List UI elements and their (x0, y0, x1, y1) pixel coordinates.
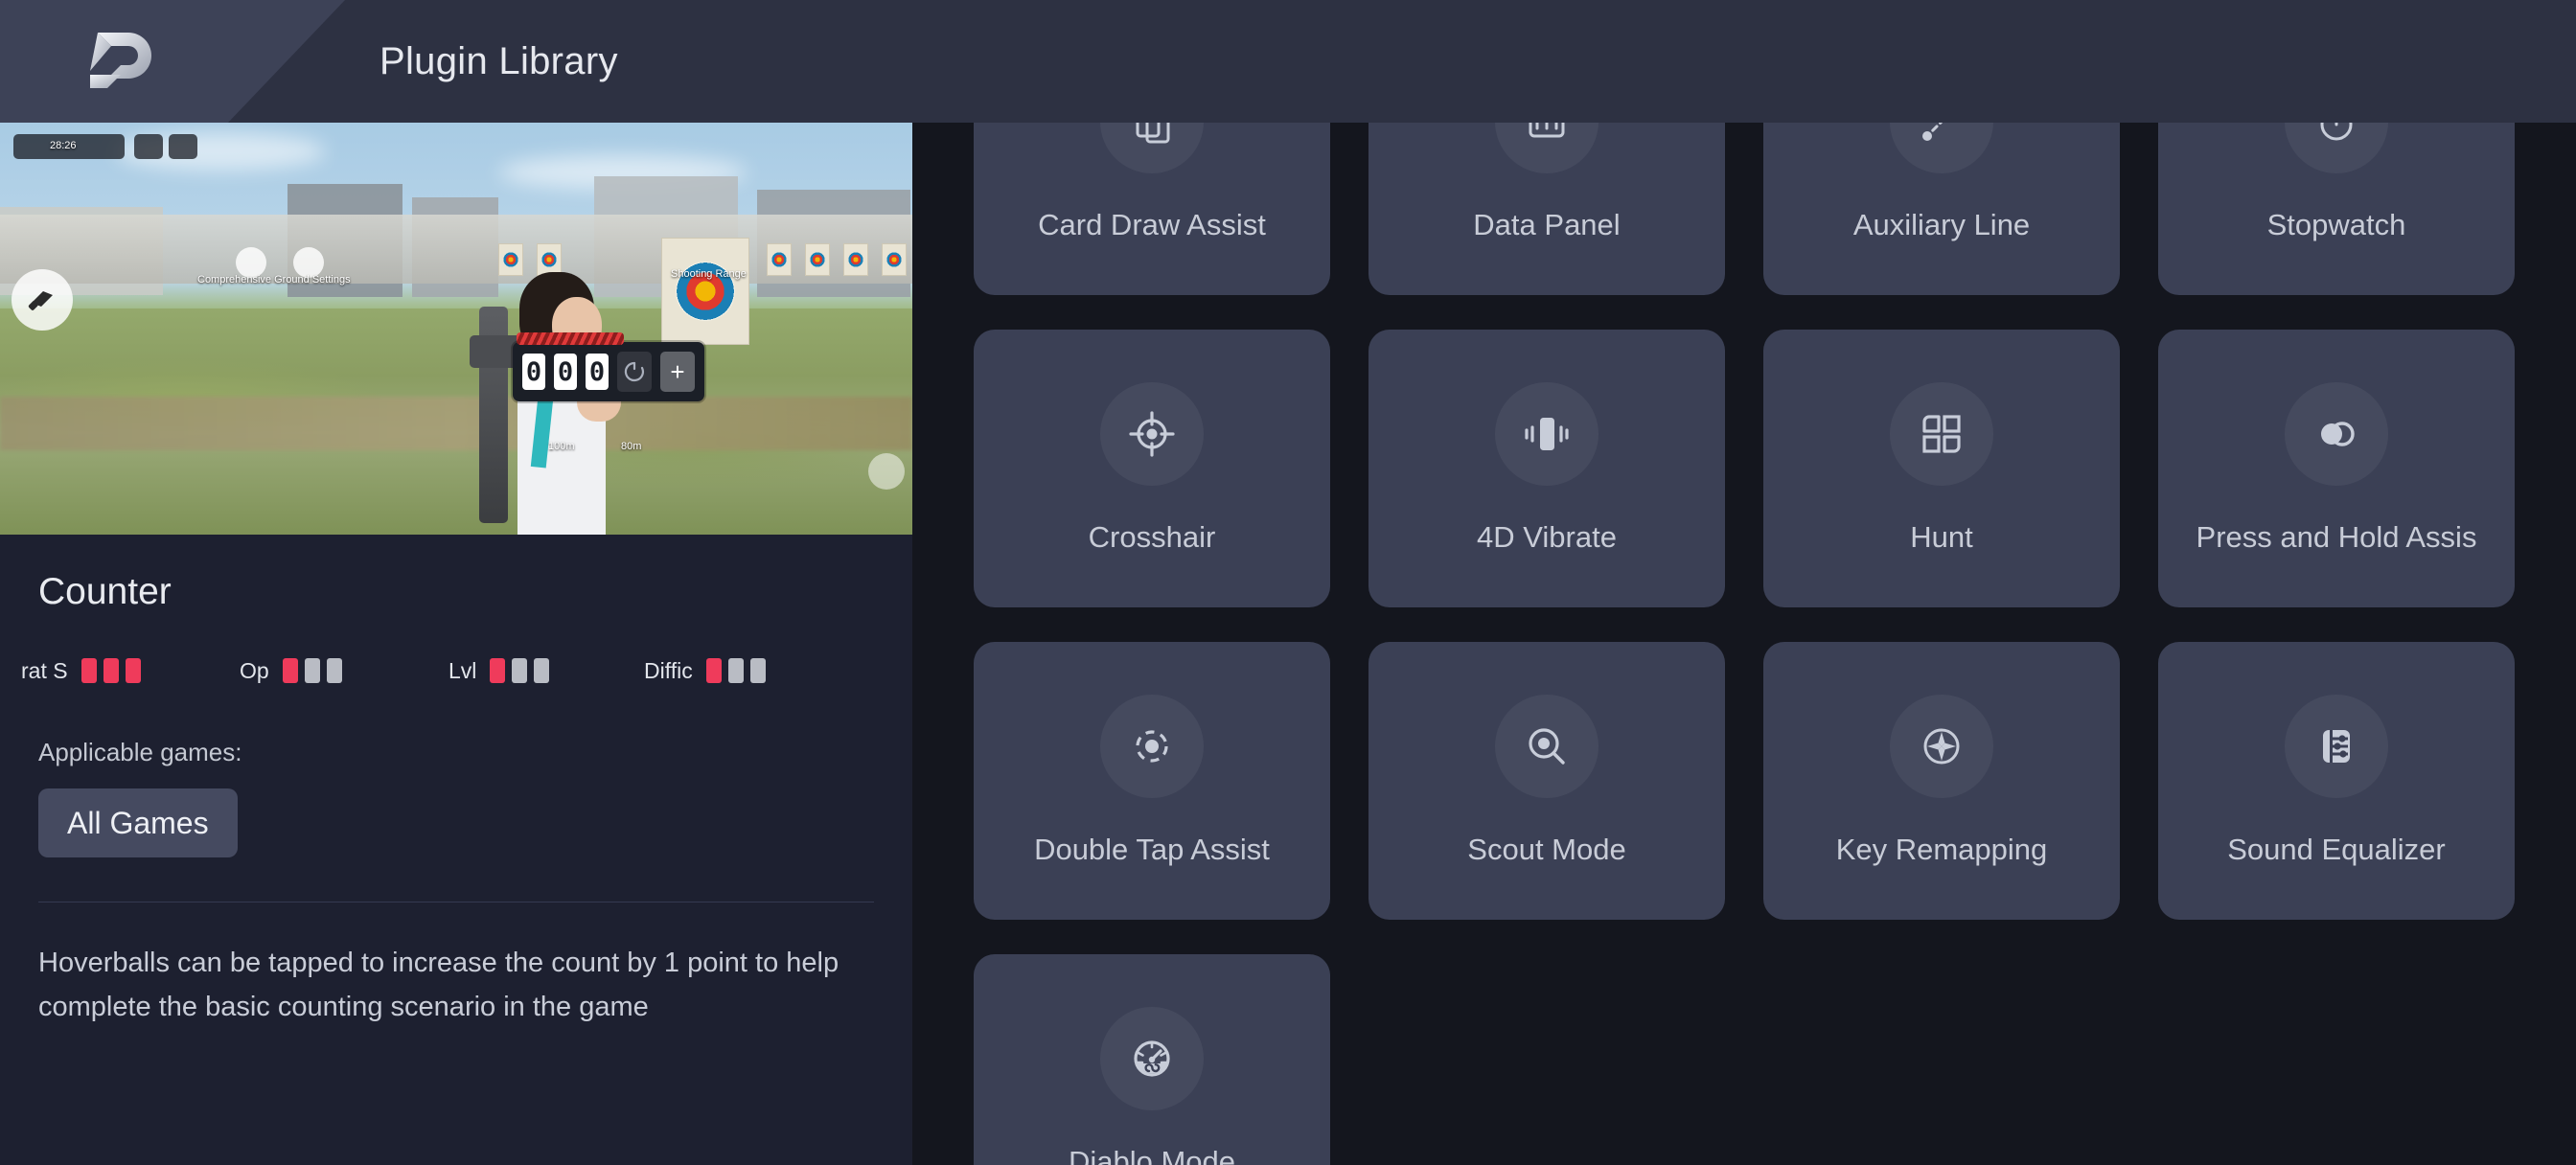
rating-pips (80, 658, 141, 683)
card-draw-icon (1100, 123, 1204, 173)
plugin-card-label: Scout Mode (1467, 833, 1626, 866)
plus-icon[interactable]: + (660, 352, 695, 392)
plugin-card-auxiliary-line[interactable]: Auxiliary Line (1763, 123, 2120, 295)
plugin-card-label: 4D Vibrate (1477, 520, 1617, 554)
hud-distance-80: 80m (621, 441, 642, 452)
app-header: Plugin Library (0, 0, 2576, 123)
data-panel-icon (1495, 123, 1598, 173)
plugin-name: Counter (38, 571, 172, 612)
plugin-card-label: Press and Hold Assis (2196, 520, 2477, 554)
rating-pips (490, 658, 550, 683)
auxiliary-line-icon (1890, 123, 1993, 173)
rating-group-lvl: Lvl (448, 657, 550, 684)
plugin-card-label: Double Tap Assist (1034, 833, 1270, 866)
magnifier-dot-icon (1495, 695, 1598, 798)
plugin-card-label: Stopwatch (2266, 208, 2406, 241)
plugin-grid-panel[interactable]: Card Draw Assist Data Panel Auxiliary Li… (912, 123, 2576, 1165)
plugin-card-key-remapping[interactable]: Key Remapping (1763, 642, 2120, 920)
rating-group-op: Op (240, 658, 342, 684)
key-remap-icon (1890, 695, 1993, 798)
plugin-card-card-draw-assist[interactable]: Card Draw Assist (974, 123, 1330, 295)
hunt-quadrants-icon (1890, 382, 1993, 486)
plugin-card-sound-equalizer[interactable]: Sound Equalizer (2158, 642, 2515, 920)
hud-timer: 28:26 (50, 140, 77, 151)
rating-row: rat S Op Lvl Diffic (21, 653, 912, 688)
counter-digit: 0 (554, 354, 577, 390)
plugin-grid: Card Draw Assist Data Panel Auxiliary Li… (974, 123, 2515, 1165)
plugin-card-scout-mode[interactable]: Scout Mode (1368, 642, 1725, 920)
gameloop-logo-icon (79, 25, 161, 96)
rating-group-difficulty: Diffic (644, 658, 766, 684)
plugin-card-crosshair[interactable]: Crosshair (974, 330, 1330, 607)
plugin-card-label: Auxiliary Line (1852, 208, 2031, 241)
plugin-card-label: Card Draw Assist (1038, 208, 1266, 241)
hud-distance-100: 100m (548, 441, 575, 452)
plugin-card-4d-vibrate[interactable]: 4D Vibrate (1368, 330, 1725, 607)
plugin-card-label: Diablo Mode (1068, 1145, 1236, 1165)
rating-label: rat S (21, 657, 68, 683)
hud-range-label: Shooting Range (671, 268, 747, 280)
rating-pips (705, 658, 766, 683)
plugin-card-double-tap-assist[interactable]: Double Tap Assist (974, 642, 1330, 920)
plugin-card-data-panel[interactable]: Data Panel (1368, 123, 1725, 295)
vibrate-icon (1495, 382, 1598, 486)
all-games-button[interactable]: All Games (38, 788, 238, 857)
plugin-card-stopwatch[interactable]: Stopwatch (2158, 123, 2515, 295)
plugin-preview-image: 28:26 Comprehensive Ground Settings Shoo… (0, 123, 912, 535)
bullet-icon (12, 269, 73, 331)
counter-digit: 0 (522, 354, 545, 390)
speedometer-icon (1100, 1007, 1204, 1110)
equalizer-icon (2285, 695, 2388, 798)
plugin-card-hunt[interactable]: Hunt (1763, 330, 2120, 607)
rating-label: Lvl (448, 657, 477, 683)
plugin-card-diablo-mode[interactable]: Diablo Mode (974, 954, 1330, 1165)
crosshair-icon (1100, 382, 1204, 486)
double-tap-icon (1100, 695, 1204, 798)
reset-circle-icon[interactable] (617, 352, 652, 392)
rating-label: Op (240, 657, 269, 683)
applicable-games-label: Applicable games: (38, 738, 242, 766)
counter-digit: 0 (586, 354, 609, 390)
aim-reticle-icon (868, 453, 905, 490)
rating-pips (282, 658, 342, 683)
plugin-card-label: Data Panel (1473, 208, 1621, 241)
rating-label: Diffic (644, 657, 693, 683)
plugin-description: Hoverballs can be tapped to increase the… (38, 948, 840, 1022)
page-title: Plugin Library (380, 40, 618, 82)
stopwatch-icon (2285, 123, 2388, 173)
plugin-card-label: Sound Equalizer (2227, 833, 2446, 866)
logo-panel (0, 0, 345, 123)
counter-hud-widget[interactable]: 0 0 0 + (513, 332, 704, 401)
plugin-detail-panel: 28:26 Comprehensive Ground Settings Shoo… (0, 123, 912, 1165)
rating-group-operation: rat S (21, 658, 141, 684)
plugin-card-label: Crosshair (1088, 520, 1216, 554)
plugin-card-press-and-hold-assist[interactable]: Press and Hold Assis (2158, 330, 2515, 607)
hud-scene-label: Comprehensive Ground Settings (197, 274, 351, 286)
plugin-card-label: Hunt (1910, 520, 1973, 554)
press-hold-icon (2285, 382, 2388, 486)
plugin-card-label: Key Remapping (1835, 833, 2048, 866)
